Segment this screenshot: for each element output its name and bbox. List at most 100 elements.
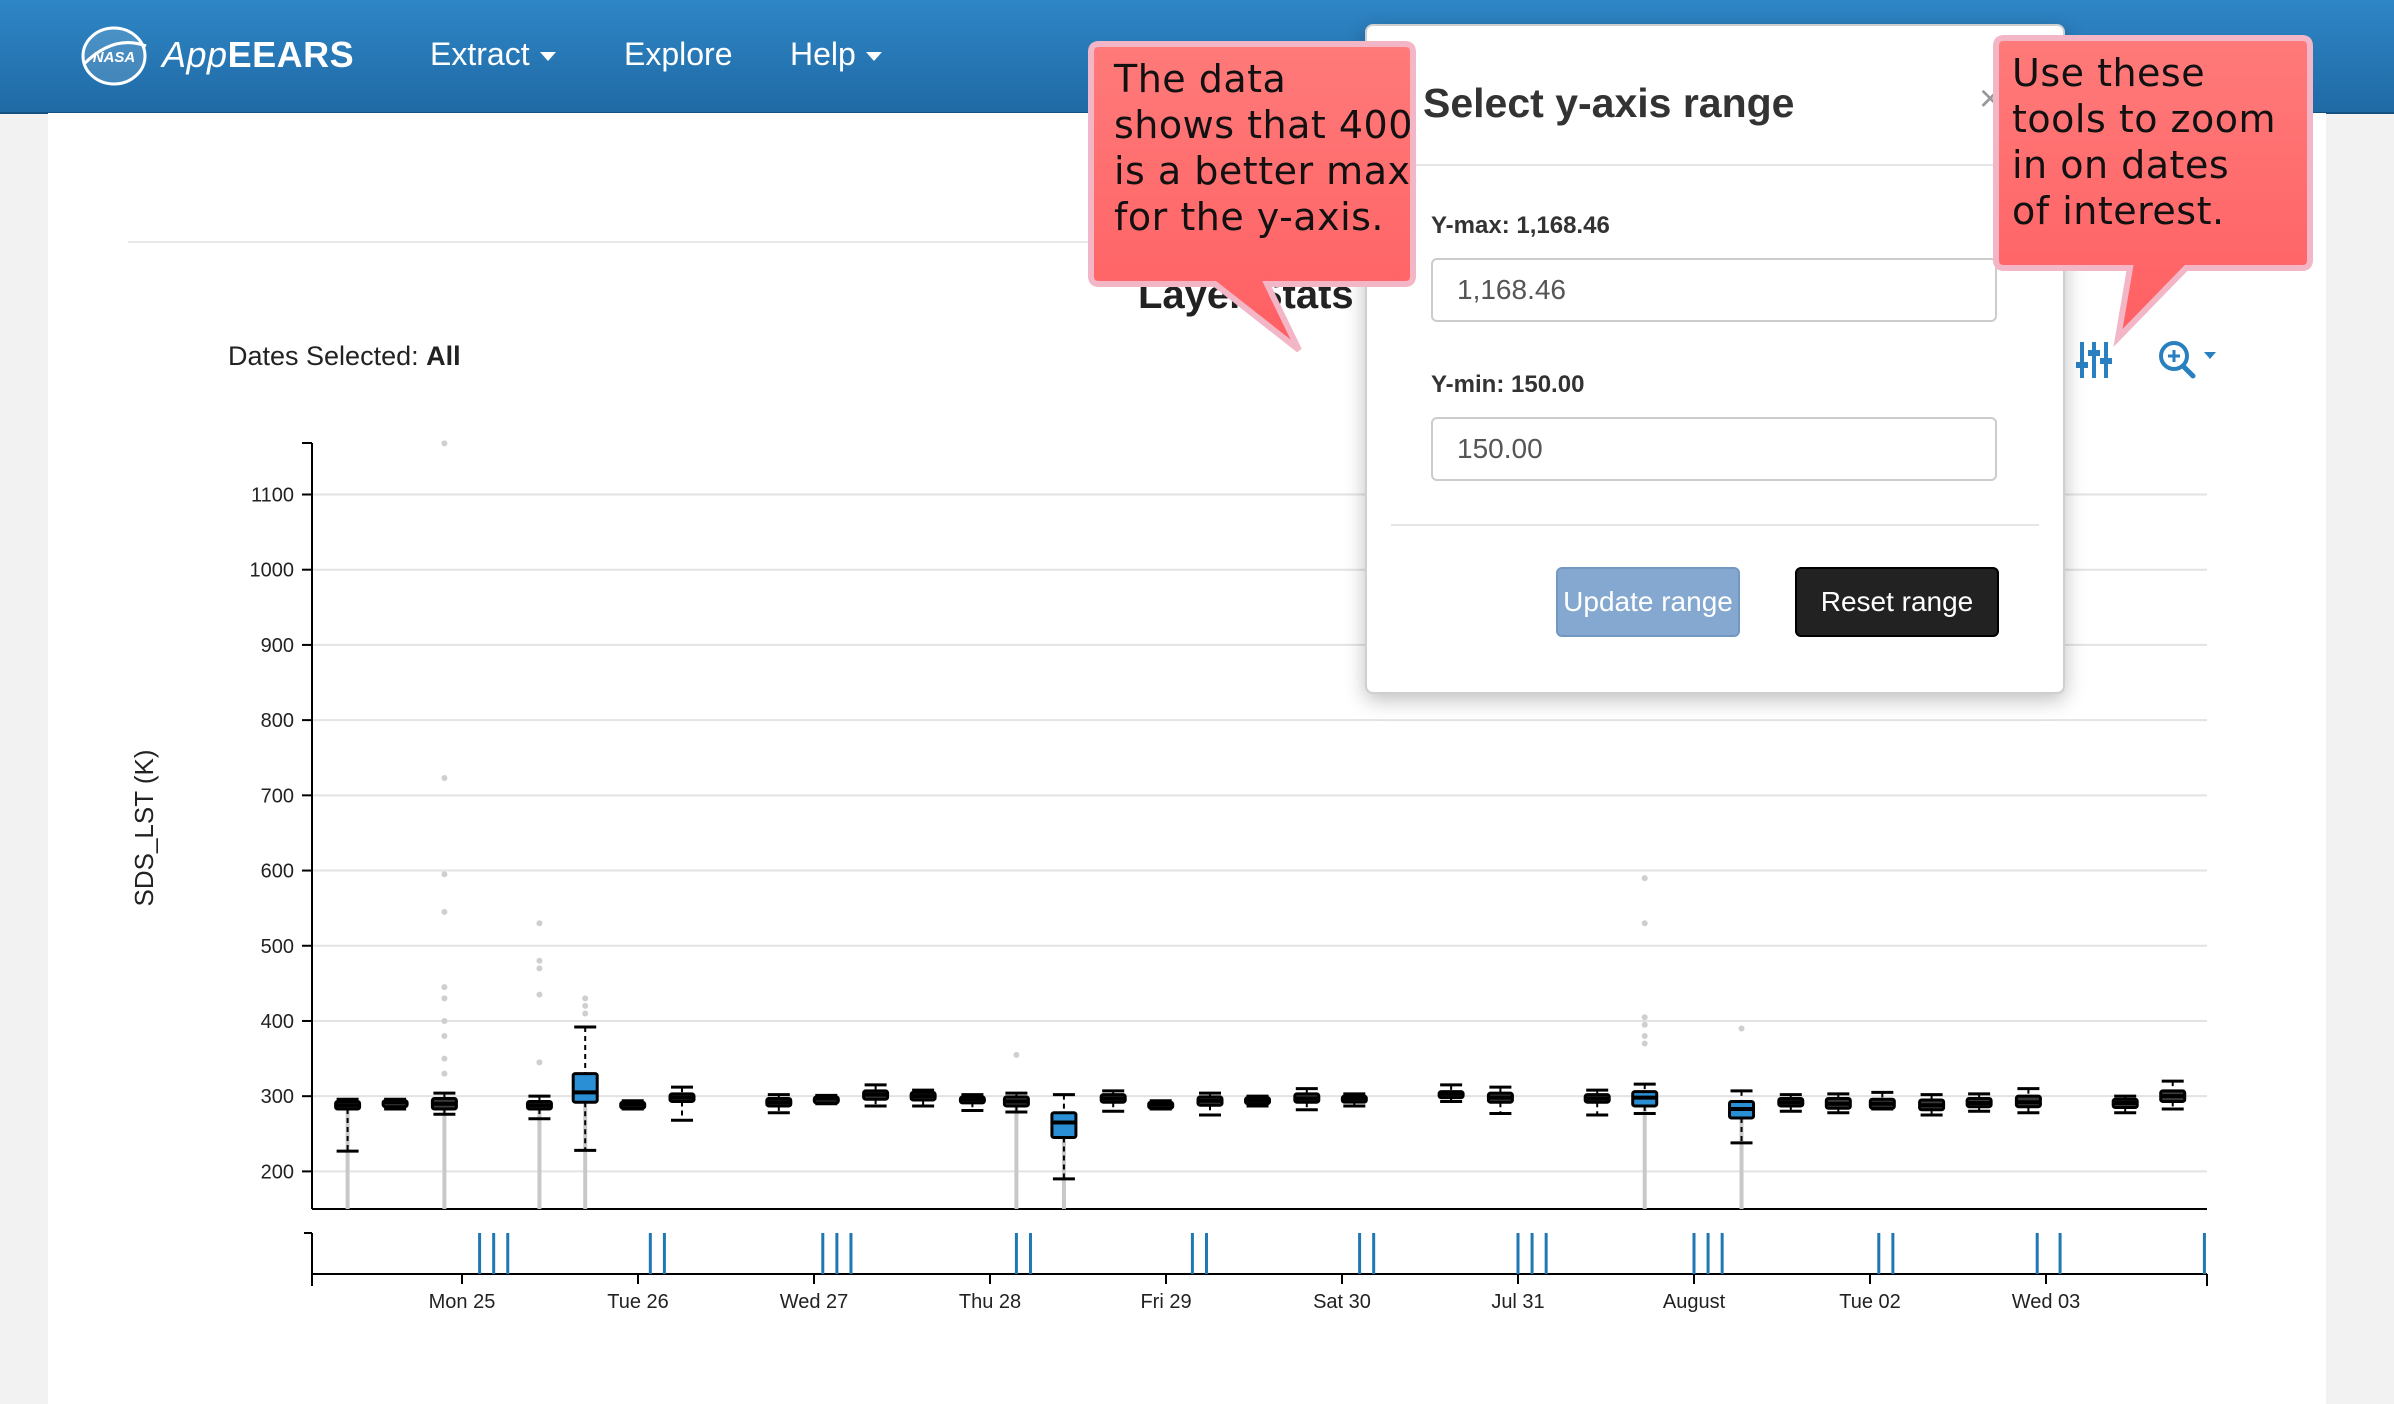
x-tick-label: Wed 03 xyxy=(2012,1291,2081,1313)
outlier-point xyxy=(536,991,543,998)
outlier-point xyxy=(441,871,448,878)
popover-divider xyxy=(1391,524,2039,526)
box-plot xyxy=(1437,1083,1465,1103)
callout-ymax-line: The data xyxy=(1114,57,1287,101)
box-plot xyxy=(1002,1051,1030,1209)
chevron-down-icon xyxy=(2204,352,2216,359)
box-plot xyxy=(958,1093,986,1112)
x-tick-label: Tue 26 xyxy=(607,1291,669,1313)
x-tick-label: Wed 27 xyxy=(780,1291,849,1313)
popover-title: Select y-axis range xyxy=(1423,80,1795,126)
outlier-point xyxy=(1738,1025,1745,1032)
callout-ymax-line: for the y-axis. xyxy=(1114,195,1385,239)
y-tick-label: 800 xyxy=(261,710,294,732)
outlier-point xyxy=(536,920,543,927)
box-plot xyxy=(381,1097,409,1111)
outlier-point xyxy=(441,1017,448,1024)
box-plot xyxy=(1728,1025,1756,1209)
box-plot xyxy=(862,1083,890,1108)
callout-zoom-line: tools to zoom xyxy=(2012,97,2277,141)
outlier-point xyxy=(441,440,448,447)
box-plot xyxy=(430,440,458,1209)
callout-zoom-line: of interest. xyxy=(2012,189,2225,233)
box-plot xyxy=(1918,1093,1946,1117)
box-plot xyxy=(2111,1094,2139,1115)
outlier-point xyxy=(441,1055,448,1062)
ymin-label: Y-min: 150.00 xyxy=(1431,371,1585,398)
y-tick-label: 300 xyxy=(261,1086,294,1108)
outlier-point xyxy=(441,775,448,782)
box-plot xyxy=(1340,1092,1368,1108)
box-plot xyxy=(1777,1093,1805,1113)
outlier-point xyxy=(1013,1051,1020,1058)
outlier-point xyxy=(536,1059,543,1066)
box-plot xyxy=(1583,1088,1611,1117)
box-plot xyxy=(1244,1094,1272,1108)
outlier-point xyxy=(1641,920,1648,927)
outlier-point xyxy=(441,908,448,915)
callout-ymax: The data shows that 400 is a better max … xyxy=(1114,56,1413,240)
box-plot xyxy=(571,995,599,1209)
x-tick-label: August xyxy=(1663,1291,1726,1313)
callout-ymax-line: is a better max xyxy=(1114,149,1411,193)
outlier-point xyxy=(1641,1040,1648,1047)
y-tick-label: 1000 xyxy=(250,560,295,582)
ymin-input[interactable] xyxy=(1431,417,1997,481)
y-axis-label: SDS_LST (K) xyxy=(129,749,159,906)
outlier-point xyxy=(1641,1033,1648,1040)
outlier-point xyxy=(441,1033,448,1040)
outlier-point xyxy=(536,965,543,972)
box-plot xyxy=(812,1093,840,1106)
date-brush: Mon 25 Tue 26 Wed 27 Thu 28 Fri 29 Sat 30 Jul … xyxy=(304,1232,2208,1313)
callout-zoom-line: in on dates xyxy=(2012,143,2230,187)
outlier-point xyxy=(582,1010,589,1017)
y-tick-label: 200 xyxy=(261,1161,294,1183)
box-plot xyxy=(2014,1087,2042,1115)
ymax-label: Y-max: 1,168.46 xyxy=(1431,212,1610,239)
update-range-button[interactable]: Update range xyxy=(1556,567,1740,637)
y-tick-label: 400 xyxy=(261,1011,294,1033)
box-plot xyxy=(765,1093,793,1115)
box-plot xyxy=(1486,1085,1514,1115)
y-tick-label: 500 xyxy=(261,936,294,958)
box-plot xyxy=(2159,1079,2187,1111)
box-plot xyxy=(1196,1091,1224,1117)
box-plot xyxy=(668,1085,696,1122)
x-tick-label: Thu 28 xyxy=(959,1291,1021,1313)
outlier-point xyxy=(582,995,589,1002)
box-plot xyxy=(1631,875,1659,1209)
outlier-point xyxy=(441,995,448,1002)
outlier-point xyxy=(536,957,543,964)
x-tick-label: Tue 02 xyxy=(1839,1291,1901,1313)
box-plot xyxy=(525,920,553,1209)
outlier-point xyxy=(1641,1021,1648,1028)
outlier-point xyxy=(582,1002,589,1009)
box-plot xyxy=(1099,1089,1127,1113)
box-plot xyxy=(1147,1099,1175,1111)
box-plot xyxy=(1868,1090,1896,1111)
box-plot xyxy=(334,1097,362,1209)
outlier-point xyxy=(441,1070,448,1077)
box-plot xyxy=(1050,1093,1078,1209)
x-tick-label: Jul 31 xyxy=(1491,1291,1544,1313)
y-tick-label: 700 xyxy=(261,785,294,807)
x-tick-label: Sat 30 xyxy=(1313,1291,1371,1313)
callout-zoom-line: Use these xyxy=(2012,51,2206,95)
box-plot xyxy=(619,1099,647,1111)
callout-ymax-line: shows that 400 xyxy=(1114,103,1413,147)
y-axis-range-popover: Select y-axis range × Y-max: 1,168.46 Y-… xyxy=(1365,24,2065,694)
reset-range-button[interactable]: Reset range xyxy=(1795,567,1999,637)
outlier-point xyxy=(441,984,448,991)
outlier-point xyxy=(1641,1014,1648,1021)
y-tick-label: 900 xyxy=(261,635,294,657)
box-plot xyxy=(1293,1087,1321,1112)
y-tick-label: 600 xyxy=(261,861,294,883)
x-tick-label: Fri 29 xyxy=(1140,1291,1191,1313)
x-tick-label: Mon 25 xyxy=(429,1291,496,1313)
box-body xyxy=(571,1072,599,1104)
ymax-input[interactable] xyxy=(1431,258,1997,322)
outlier-point xyxy=(1641,875,1648,882)
box-plot xyxy=(909,1088,937,1108)
box-body xyxy=(1050,1111,1078,1140)
popover-divider xyxy=(1367,164,2063,166)
